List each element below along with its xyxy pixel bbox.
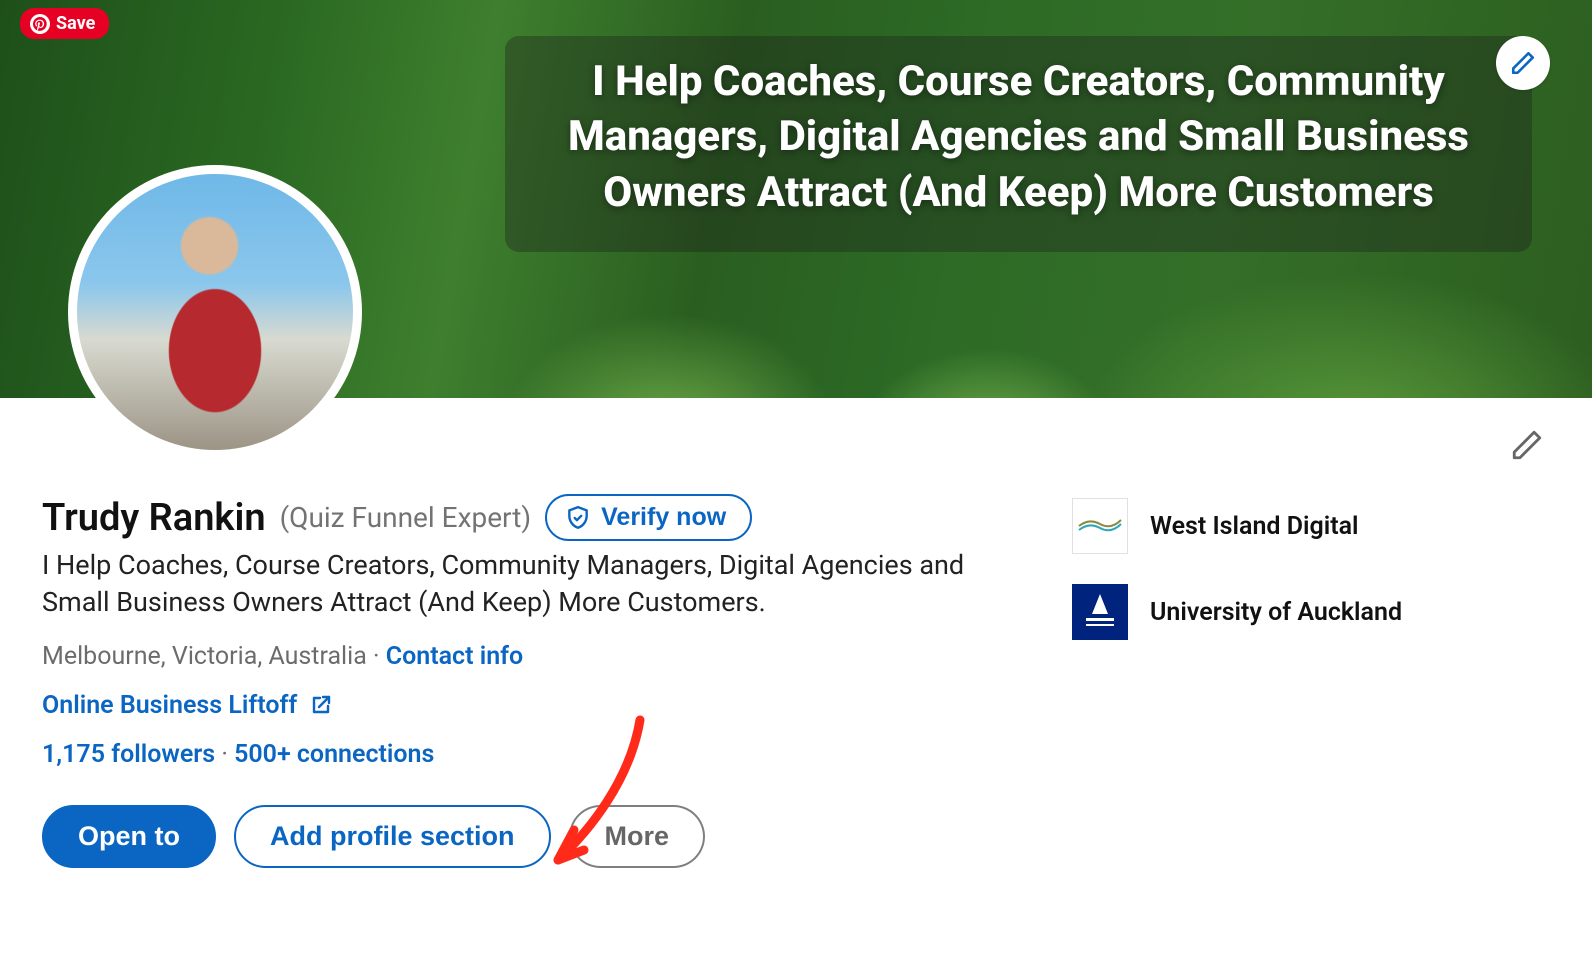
org-name: University of Auckland xyxy=(1150,598,1402,627)
org-logo xyxy=(1072,584,1128,640)
cover-tagline: I Help Coaches, Course Creators, Communi… xyxy=(505,36,1532,252)
org-name: West Island Digital xyxy=(1150,512,1359,541)
org-logo xyxy=(1072,498,1128,554)
external-link-icon xyxy=(309,693,333,717)
edit-cover-button[interactable] xyxy=(1496,36,1550,90)
cover-image: I Help Coaches, Course Creators, Communi… xyxy=(0,0,1592,398)
pencil-icon xyxy=(1510,50,1536,76)
org-item-company[interactable]: West Island Digital xyxy=(1072,498,1502,554)
avatar-image xyxy=(77,174,353,450)
pinterest-icon xyxy=(30,14,50,34)
followers-count[interactable]: 1,175 followers xyxy=(42,740,215,769)
add-profile-section-button[interactable]: Add profile section xyxy=(234,805,551,868)
connections-count[interactable]: 500+ connections xyxy=(234,740,434,769)
edit-profile-button[interactable] xyxy=(1510,428,1544,466)
more-button[interactable]: More xyxy=(569,805,706,868)
website-label: Online Business Liftoff xyxy=(42,691,297,720)
profile-tagline-short: (Quiz Funnel Expert) xyxy=(280,501,532,534)
org-item-school[interactable]: University of Auckland xyxy=(1072,584,1502,640)
profile-name: Trudy Rankin xyxy=(42,496,266,540)
verify-now-button[interactable]: Verify now xyxy=(545,494,752,541)
contact-info-link[interactable]: Contact info xyxy=(386,642,523,671)
website-link[interactable]: Online Business Liftoff xyxy=(42,691,1032,720)
open-to-button[interactable]: Open to xyxy=(42,805,216,868)
shield-check-icon xyxy=(565,505,591,531)
profile-headline: I Help Coaches, Course Creators, Communi… xyxy=(42,547,982,622)
pencil-icon xyxy=(1510,428,1544,462)
location-line: Melbourne, Victoria, Australia · Contact… xyxy=(42,642,1032,671)
pinterest-save-label: Save xyxy=(56,13,95,34)
profile-location: Melbourne, Victoria, Australia xyxy=(42,642,367,671)
avatar[interactable] xyxy=(68,165,362,459)
pinterest-save-button[interactable]: Save xyxy=(20,8,109,39)
verify-now-label: Verify now xyxy=(601,503,726,532)
